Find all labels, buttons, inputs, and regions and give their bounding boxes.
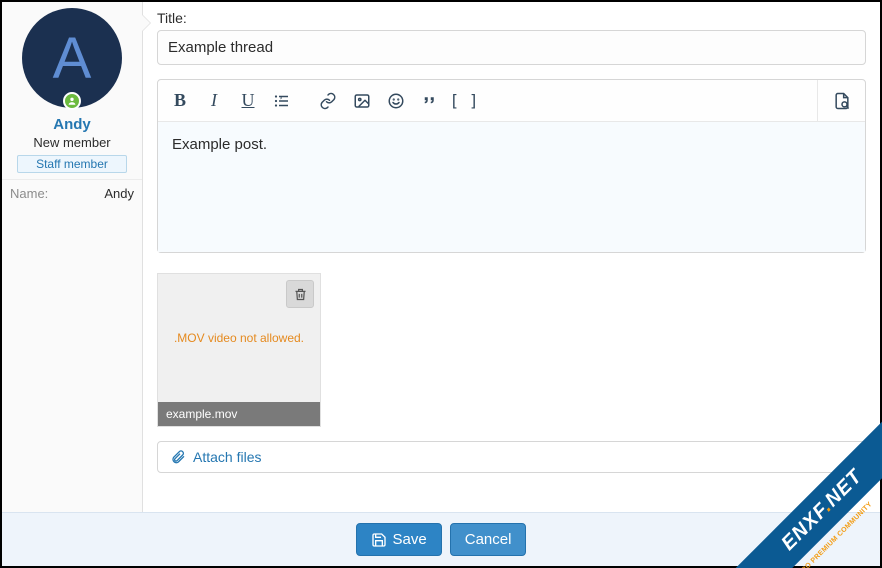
- title-label: Title:: [157, 10, 866, 26]
- bold-button[interactable]: B: [164, 81, 196, 121]
- username-link[interactable]: Andy: [53, 116, 91, 133]
- footer-actions: Save Cancel: [2, 512, 880, 566]
- avatar-initial: A: [53, 25, 92, 92]
- preview-button[interactable]: [817, 80, 865, 122]
- save-icon: [371, 532, 387, 548]
- underline-button[interactable]: U: [232, 81, 264, 121]
- image-button[interactable]: [346, 81, 378, 121]
- paperclip-icon: [170, 449, 186, 465]
- attach-files-label: Attach files: [193, 449, 261, 465]
- cancel-button[interactable]: Cancel: [450, 523, 527, 556]
- editor-toolbar: B I U [ ]: [158, 80, 865, 122]
- attach-files-button[interactable]: Attach files: [157, 441, 866, 473]
- name-row: Name: Andy: [2, 179, 142, 201]
- italic-button[interactable]: I: [198, 81, 230, 121]
- list-button[interactable]: [266, 81, 298, 121]
- emoji-button[interactable]: [380, 81, 412, 121]
- editor-body[interactable]: Example post.: [158, 122, 865, 252]
- save-button[interactable]: Save: [356, 523, 442, 556]
- title-input[interactable]: [157, 30, 866, 65]
- attachment-error: .MOV video not allowed.: [174, 331, 304, 345]
- online-status-icon: [63, 92, 81, 110]
- name-value: Andy: [104, 186, 134, 201]
- quote-button[interactable]: [414, 81, 446, 121]
- link-button[interactable]: [312, 81, 344, 121]
- avatar[interactable]: A: [22, 8, 122, 108]
- attachment-filename: example.mov: [158, 402, 320, 426]
- user-rank: New member: [33, 135, 110, 150]
- delete-attachment-button[interactable]: [286, 280, 314, 308]
- name-label: Name:: [10, 186, 48, 201]
- cancel-label: Cancel: [465, 531, 512, 548]
- editor: B I U [ ] Example post.: [157, 79, 866, 253]
- user-sidebar: A Andy New member Staff member Name: And…: [2, 2, 143, 512]
- attachment-tile: .MOV video not allowed. example.mov: [157, 273, 321, 427]
- staff-badge: Staff member: [17, 155, 127, 173]
- code-button[interactable]: [ ]: [448, 81, 480, 121]
- save-label: Save: [393, 531, 427, 548]
- speech-arrow: [142, 14, 151, 32]
